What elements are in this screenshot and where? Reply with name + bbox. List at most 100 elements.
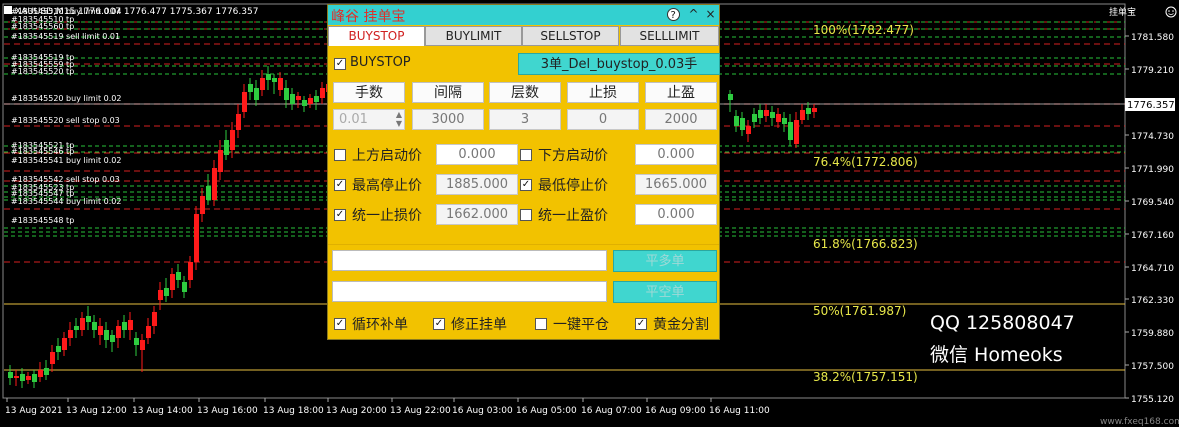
help-icon[interactable]: ? xyxy=(666,7,681,22)
candle xyxy=(140,340,145,350)
close-icon[interactable]: × xyxy=(703,7,718,22)
header-layers[interactable]: 层数 xyxy=(489,82,561,103)
candle xyxy=(728,94,733,100)
upper-start-label: 上方启动价 xyxy=(352,148,422,164)
fib-level-label: 76.4%(1772.806) xyxy=(813,155,918,169)
tab-bar: BUYSTOP BUYLIMIT SELLSTOP SELLLIMIT xyxy=(328,26,719,47)
tab-content: ✓ BUYSTOP 3单_Del_buystop_0.03手 手数 间隔 层数 … xyxy=(328,46,720,245)
candle xyxy=(764,110,769,116)
unified-sl-label: 统一止损价 xyxy=(352,208,422,224)
close-long-button[interactable]: 平多单 xyxy=(613,250,717,272)
price-tick: 1759.880 xyxy=(1131,329,1174,339)
close-short-input[interactable] xyxy=(332,281,607,302)
lots-stepper[interactable]: 0.01 ▲ ▼ xyxy=(333,109,405,130)
enable-label: BUYSTOP xyxy=(350,55,411,70)
header-interval[interactable]: 间隔 xyxy=(412,82,484,103)
fib-level-label: 50%(1761.987) xyxy=(813,304,906,318)
fib-level-label: 38.2%(1757.151) xyxy=(813,370,918,384)
layers-field[interactable]: 3 xyxy=(489,109,561,130)
candle xyxy=(122,322,127,330)
time-tick: 13 Aug 22:00 xyxy=(390,406,451,416)
unified-tp-checkbox[interactable] xyxy=(520,209,532,221)
candle xyxy=(770,112,775,118)
price-tick: 1774.730 xyxy=(1131,132,1174,142)
price-tick: 1755.120 xyxy=(1131,395,1174,405)
candle xyxy=(800,110,805,120)
candle xyxy=(776,114,781,122)
candle xyxy=(68,330,73,338)
price-tick: 1764.710 xyxy=(1131,264,1174,274)
tab-buystop[interactable]: BUYSTOP xyxy=(328,26,425,46)
order-label: #183545520 sell stop 0.03 xyxy=(11,116,120,125)
candle xyxy=(86,316,91,322)
lower-start-checkbox[interactable] xyxy=(520,149,532,161)
candle xyxy=(8,372,13,378)
candle xyxy=(290,94,295,104)
time-tick: 16 Aug 09:00 xyxy=(645,406,706,416)
close-short-button[interactable]: 平空单 xyxy=(613,281,717,303)
panel-title: 峰谷 挂单宝 xyxy=(331,9,406,25)
time-tick: 13 Aug 18:00 xyxy=(263,406,324,416)
candle xyxy=(44,368,49,375)
candle xyxy=(98,326,103,335)
unified-tp-field[interactable]: 0.000 xyxy=(635,204,717,225)
header-takeprofit[interactable]: 止盈 xyxy=(645,82,717,103)
candle xyxy=(128,320,133,330)
candle xyxy=(110,335,115,342)
minimize-icon[interactable]: ^ xyxy=(686,7,701,22)
contact-qq: QQ 125808047 xyxy=(930,312,1075,334)
max-stop-field[interactable]: 1885.000 xyxy=(436,174,518,195)
close-long-input[interactable] xyxy=(332,250,607,271)
tab-buylimit[interactable]: BUYLIMIT xyxy=(425,26,522,46)
symbol-info: XAUUSD,M15 1776.007 1776.477 1775.367 17… xyxy=(4,6,258,17)
candle xyxy=(320,88,325,98)
order-label: #183545520 buy limit 0.02 xyxy=(11,94,121,103)
golden-ratio-label: 黄金分割 xyxy=(653,317,709,333)
upper-start-field[interactable]: 0.000 xyxy=(436,144,518,165)
one-click-close-checkbox[interactable] xyxy=(535,318,547,330)
header-lots[interactable]: 手数 xyxy=(333,82,405,103)
upper-start-checkbox[interactable] xyxy=(334,149,346,161)
candle xyxy=(740,118,745,130)
candle xyxy=(236,114,241,130)
max-stop-checkbox[interactable]: ✓ xyxy=(334,179,346,191)
price-tick: 1767.160 xyxy=(1131,231,1174,241)
stoploss-field[interactable]: 0 xyxy=(567,109,639,130)
price-tick: 1757.500 xyxy=(1131,362,1174,372)
candle xyxy=(302,100,307,106)
fib-level-label: 100%(1782.477) xyxy=(813,23,914,37)
takeprofit-field[interactable]: 2000 xyxy=(645,109,717,130)
symbol-info-text: XAUUSD,M15 1776.007 1776.477 1775.367 17… xyxy=(15,7,258,17)
order-label: #183545546 tp xyxy=(11,147,74,156)
candle xyxy=(194,214,199,262)
interval-field[interactable]: 3000 xyxy=(412,109,484,130)
candle xyxy=(158,290,163,300)
header-stoploss[interactable]: 止损 xyxy=(567,82,639,103)
candle xyxy=(26,376,31,380)
stepper-arrows-icon: ▲ ▼ xyxy=(395,110,402,128)
candle xyxy=(56,346,61,352)
enable-checkbox[interactable]: ✓ xyxy=(334,58,346,70)
candle xyxy=(92,322,97,330)
tab-selllimit[interactable]: SELLLIMIT xyxy=(620,26,719,46)
candle xyxy=(152,312,157,326)
candle xyxy=(734,116,739,126)
loop-refill-checkbox[interactable]: ✓ xyxy=(334,318,346,330)
golden-ratio-checkbox[interactable]: ✓ xyxy=(635,318,647,330)
panel-titlebar[interactable]: 峰谷 挂单宝 ? ^ × xyxy=(328,5,719,25)
candle xyxy=(32,374,37,382)
fix-orders-checkbox[interactable]: ✓ xyxy=(433,318,445,330)
candle xyxy=(146,326,151,338)
candle xyxy=(782,118,787,124)
unified-sl-checkbox[interactable]: ✓ xyxy=(334,209,346,221)
time-tick: 16 Aug 05:00 xyxy=(516,406,577,416)
min-stop-field[interactable]: 1665.000 xyxy=(635,174,717,195)
fib-level-label: 61.8%(1766.823) xyxy=(813,237,918,251)
tab-sellstop[interactable]: SELLSTOP xyxy=(522,26,619,46)
time-tick: 13 Aug 16:00 xyxy=(197,406,258,416)
delete-orders-button[interactable]: 3单_Del_buystop_0.03手 xyxy=(518,53,720,75)
candle xyxy=(752,114,757,122)
min-stop-checkbox[interactable]: ✓ xyxy=(520,179,532,191)
lower-start-field[interactable]: 0.000 xyxy=(635,144,717,165)
unified-sl-field[interactable]: 1662.000 xyxy=(436,204,518,225)
